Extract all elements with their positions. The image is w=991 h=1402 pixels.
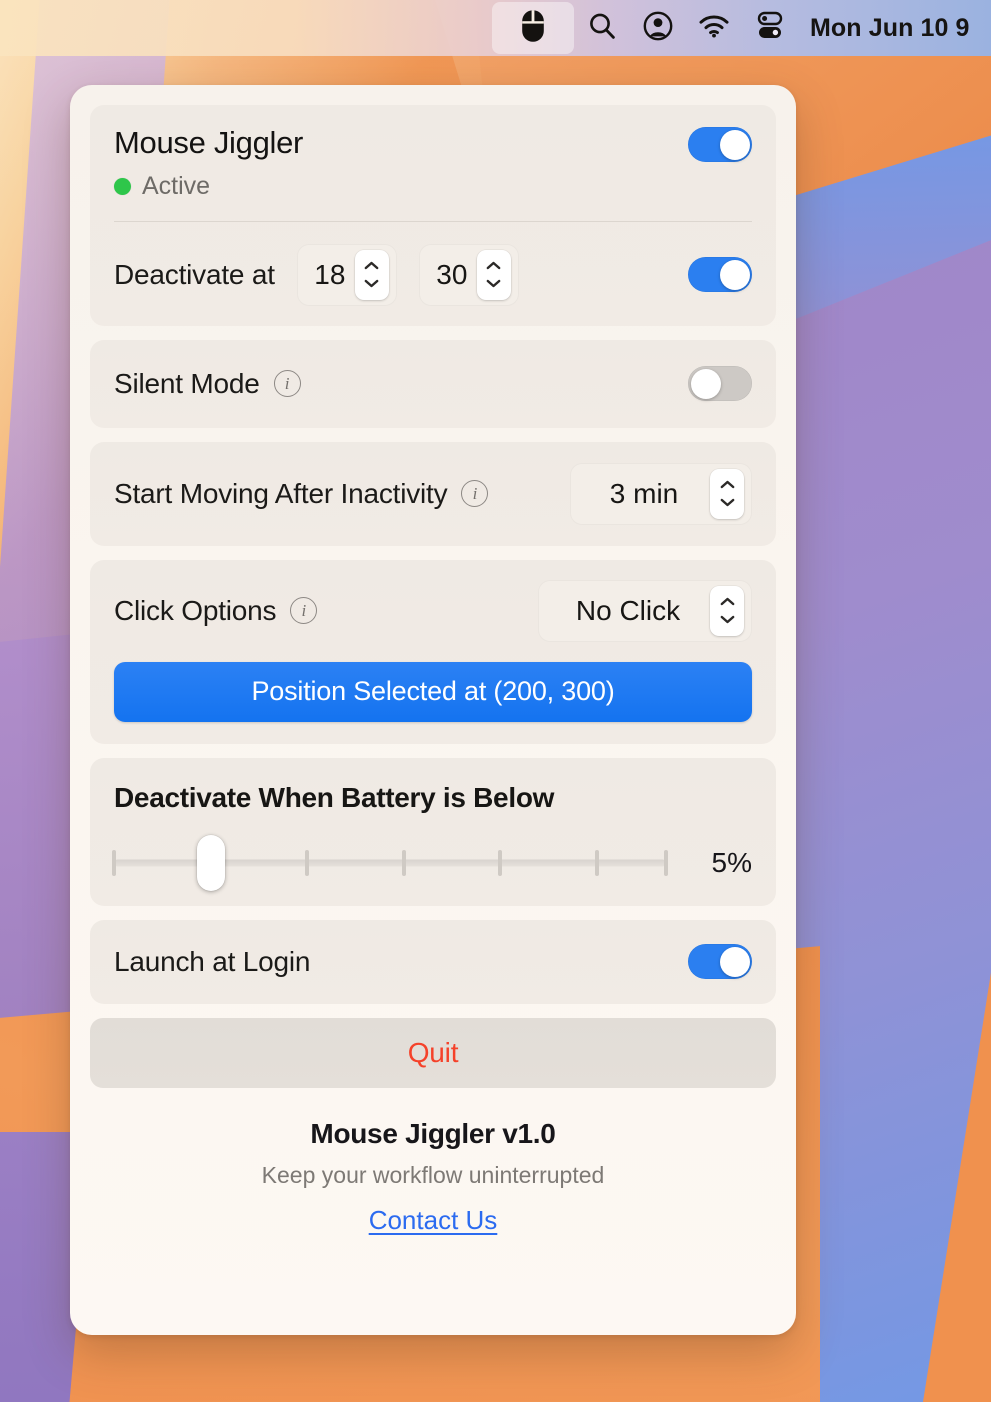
inactivity-label: Start Moving After Inactivity (114, 477, 448, 509)
slider-tick (112, 849, 116, 876)
silent-mode-card: Silent Mode i (90, 339, 776, 428)
slider-thumb[interactable] (196, 834, 225, 891)
menu-bar-status-items: Mon Jun 10 9 (492, 0, 991, 56)
deactivate-at-label: Deactivate at (114, 258, 275, 290)
macos-menu-bar: Mon Jun 10 9 (0, 0, 991, 56)
main-settings-card: Mouse Jiggler Active Deactivate at 18 30 (90, 105, 776, 326)
chevron-up-icon[interactable] (720, 480, 735, 489)
inactivity-stepper-buttons[interactable] (710, 468, 744, 519)
chevron-up-icon[interactable] (364, 261, 379, 270)
battery-slider-row: 5% (112, 834, 752, 891)
inactivity-label-group: Start Moving After Inactivity i (114, 477, 489, 510)
silent-mode-label: Silent Mode (114, 367, 260, 399)
menubar-clock[interactable]: Mon Jun 10 9 (810, 14, 991, 43)
chevron-down-icon[interactable] (720, 615, 735, 624)
mouse-jiggler-popover-panel: Mouse Jiggler Active Deactivate at 18 30… (70, 85, 796, 1335)
wifi-icon (698, 14, 730, 43)
mouse-icon (521, 9, 545, 48)
toggle-knob (690, 368, 721, 399)
deactivate-hour-value: 18 (314, 258, 346, 290)
click-options-card: Click Options i No Click Position Select… (90, 559, 776, 744)
click-options-value: No Click (575, 594, 681, 626)
inactivity-value: 3 min (609, 477, 679, 509)
slider-tick (401, 849, 406, 876)
launch-at-login-toggle[interactable] (688, 944, 752, 980)
menubar-item-user-account[interactable] (630, 6, 686, 50)
master-enable-toggle[interactable] (688, 127, 752, 162)
minute-stepper-buttons[interactable] (476, 249, 511, 300)
chevron-down-icon[interactable] (486, 279, 501, 288)
app-title-block: Mouse Jiggler Active (114, 125, 304, 201)
menubar-item-search[interactable] (574, 6, 630, 50)
inactivity-stepper[interactable]: 3 min (570, 462, 752, 525)
click-options-stepper[interactable]: No Click (538, 579, 752, 642)
app-title-row: Mouse Jiggler Active (114, 125, 752, 201)
battery-threshold-label: Deactivate When Battery is Below (114, 781, 555, 813)
deactivate-at-toggle[interactable] (688, 257, 752, 293)
position-selected-button[interactable]: Position Selected at (200, 300) (114, 661, 752, 722)
slider-tick (498, 849, 503, 876)
panel-footer: Mouse Jiggler v1.0 Keep your workflow un… (90, 1118, 776, 1236)
launch-at-login-card: Launch at Login (90, 919, 776, 1004)
quit-button[interactable]: Quit (90, 1017, 776, 1088)
inactivity-card: Start Moving After Inactivity i 3 min (90, 441, 776, 546)
click-options-label-group: Click Options i (114, 594, 318, 627)
launch-at-login-label: Launch at Login (114, 945, 311, 977)
contact-us-link[interactable]: Contact Us (369, 1205, 498, 1236)
status-line: Active (114, 172, 303, 201)
info-icon[interactable]: i (290, 597, 318, 625)
chevron-up-icon[interactable] (486, 261, 501, 270)
click-options-stepper-buttons[interactable] (710, 585, 744, 636)
info-icon[interactable]: i (273, 370, 301, 398)
chevron-down-icon[interactable] (364, 279, 379, 288)
deactivate-minute-value: 30 (436, 258, 468, 290)
control-center-icon (756, 11, 784, 46)
app-version-label: Mouse Jiggler v1.0 (310, 1117, 556, 1149)
battery-threshold-value: 5% (711, 846, 752, 878)
status-indicator-dot (114, 177, 131, 195)
card-divider (114, 220, 752, 222)
deactivate-minute-stepper[interactable]: 30 (418, 243, 519, 306)
app-tagline: Keep your workflow uninterrupted (261, 1161, 605, 1188)
click-options-label: Click Options (114, 594, 277, 626)
user-account-icon (643, 11, 673, 46)
deactivate-at-controls: Deactivate at 18 30 (114, 243, 519, 306)
battery-threshold-slider[interactable] (112, 834, 668, 891)
page-title: Mouse Jiggler (114, 125, 304, 160)
slider-tick (664, 849, 668, 876)
silent-mode-label-group: Silent Mode i (114, 368, 301, 400)
slider-tick (595, 849, 599, 876)
silent-mode-toggle[interactable] (688, 366, 752, 402)
click-options-row: Click Options i No Click (114, 579, 752, 642)
battery-threshold-card: Deactivate When Battery is Below 5% (90, 757, 776, 906)
chevron-up-icon[interactable] (720, 597, 735, 606)
info-icon[interactable]: i (461, 480, 489, 508)
search-icon (587, 11, 617, 46)
menubar-item-control-center[interactable] (742, 6, 798, 50)
menubar-item-mouse-jiggler[interactable] (492, 2, 574, 54)
toggle-knob (719, 129, 750, 160)
toggle-knob (719, 259, 750, 290)
deactivate-at-row: Deactivate at 18 30 (114, 243, 752, 306)
deactivate-hour-stepper[interactable]: 18 (296, 243, 397, 306)
menubar-clock-container: Mon Jun 10 9 (798, 14, 991, 43)
toggle-knob (719, 946, 750, 977)
chevron-down-icon[interactable] (720, 498, 735, 507)
slider-tick (305, 849, 310, 876)
hour-stepper-buttons[interactable] (354, 249, 389, 300)
menubar-item-wifi[interactable] (686, 6, 742, 50)
status-badge: Active (142, 171, 211, 200)
